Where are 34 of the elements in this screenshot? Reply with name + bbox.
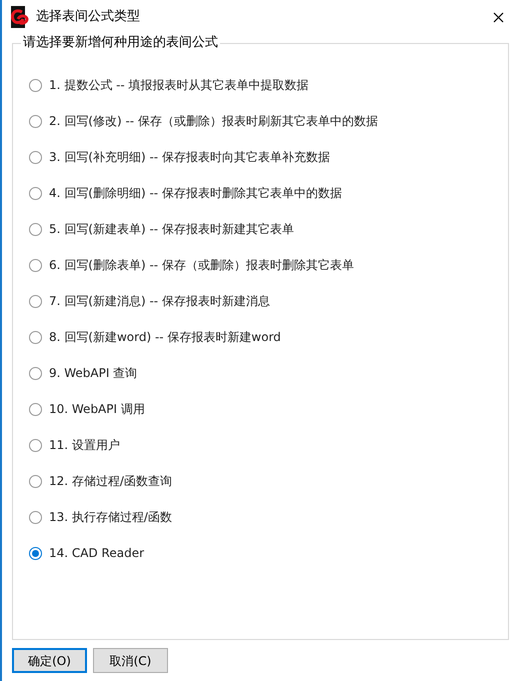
option-label[interactable]: 14. CAD Reader (49, 544, 144, 562)
radio-button[interactable] (29, 510, 42, 524)
option-label[interactable]: 4. 回写(删除明细) -- 保存报表时删除其它表单中的数据 (49, 184, 342, 202)
radio-button[interactable] (29, 114, 42, 128)
radio-button[interactable] (29, 438, 42, 452)
radio-button[interactable] (29, 294, 42, 308)
window-title: 选择表间公式类型 (36, 8, 140, 26)
radio-button[interactable] (29, 186, 42, 200)
option-label[interactable]: 7. 回写(新建消息) -- 保存报表时新建消息 (49, 292, 270, 310)
option-label[interactable]: 3. 回写(补充明细) -- 保存报表时向其它表单补充数据 (49, 148, 330, 166)
radio-button[interactable] (29, 150, 42, 164)
option-label[interactable]: 6. 回写(删除表单) -- 保存（或删除）报表时删除其它表单 (49, 256, 354, 274)
group-legend: 请选择要新增何种用途的表间公式 (21, 35, 220, 51)
option-label[interactable]: 10. WebAPI 调用 (49, 400, 145, 418)
option-label[interactable]: 5. 回写(新建表单) -- 保存报表时新建其它表单 (49, 220, 294, 238)
dialog-button[interactable]: 确定(O) (12, 648, 87, 673)
app-logo-icon (8, 6, 30, 28)
option-label[interactable]: 2. 回写(修改) -- 保存（或删除）报表时刷新其它表单中的数据 (49, 112, 378, 130)
option-label[interactable]: 13. 执行存储过程/函数 (49, 508, 172, 526)
radio-button[interactable] (29, 474, 42, 488)
option-label[interactable]: 11. 设置用户 (49, 436, 120, 454)
radio-button[interactable] (29, 330, 42, 344)
dialog-button[interactable]: 取消(C) (93, 648, 168, 673)
radio-button[interactable] (29, 546, 42, 560)
option-label[interactable]: 9. WebAPI 查询 (49, 364, 138, 382)
radio-button[interactable] (29, 366, 42, 380)
radio-button[interactable] (29, 222, 42, 236)
radio-button[interactable] (29, 258, 42, 272)
radio-button[interactable] (29, 78, 42, 92)
option-label[interactable]: 1. 提数公式 -- 填报报表时从其它表单中提取数据 (49, 76, 309, 94)
option-label[interactable]: 8. 回写(新建word) -- 保存报表时新建word (49, 328, 281, 346)
close-icon (492, 12, 504, 22)
radio-button[interactable] (29, 402, 42, 416)
option-label[interactable]: 12. 存储过程/函数查询 (49, 472, 172, 490)
